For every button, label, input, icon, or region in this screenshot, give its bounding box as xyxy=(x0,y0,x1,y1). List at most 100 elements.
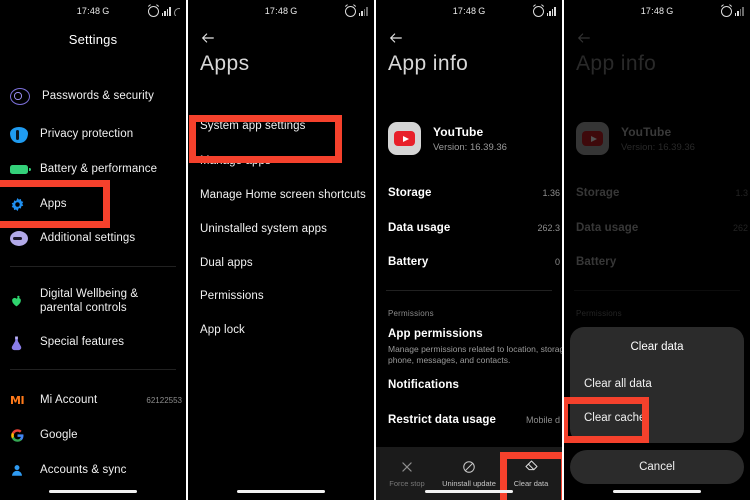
section-divider xyxy=(10,266,176,267)
status-network: G xyxy=(478,6,486,16)
heart-icon xyxy=(10,295,28,308)
clear-data-button[interactable]: Clear data xyxy=(500,459,562,488)
wifi-icon xyxy=(174,7,180,16)
sidebar-item-label: Mi Account xyxy=(40,394,98,406)
home-indicator xyxy=(613,490,701,493)
status-icons xyxy=(720,0,744,22)
sidebar-item-label: Accounts & sync xyxy=(40,463,127,476)
apps-item-dual-apps[interactable]: Dual apps xyxy=(200,257,253,269)
apps-item-uninstalled-system-apps[interactable]: Uninstalled system apps xyxy=(200,223,327,235)
sidebar-item-mi-account[interactable]: MI Mi Account 62122553 xyxy=(0,394,186,408)
uninstall-update-button[interactable]: Uninstall update xyxy=(438,459,500,488)
page-title: Settings xyxy=(68,32,118,47)
sheet-body: Clear data Clear all data Clear cache xyxy=(570,327,744,443)
status-bar-2: 17:48 G xyxy=(188,0,374,22)
more-options-icon xyxy=(10,231,28,246)
panel-app-info: 17:48 G App info YouTube Version: 16.39.… xyxy=(376,0,562,500)
block-circle-icon xyxy=(462,459,476,474)
sidebar-item-apps[interactable]: Apps xyxy=(0,197,186,212)
sidebar-item-battery-performance[interactable]: Battery & performance xyxy=(0,163,186,177)
back-arrow-icon[interactable] xyxy=(387,30,405,46)
sidebar-item-label: Privacy protection xyxy=(40,128,134,141)
section-caption-permissions: Permissions xyxy=(388,309,434,318)
sidebar-item-special-features[interactable]: Special features xyxy=(0,335,186,351)
app-header: YouTube Version: 16.39.36 xyxy=(388,122,507,155)
signal-bars-icon xyxy=(358,7,368,16)
sidebar-item-additional-settings[interactable]: Additional settings xyxy=(0,231,186,246)
sidebar-item-label: Digital Wellbeing & parental controls xyxy=(40,288,139,314)
clear-data-label: Clear data xyxy=(513,479,549,488)
status-icons xyxy=(147,0,180,22)
app-permissions-description: Manage permissions related to location, … xyxy=(388,344,562,365)
sidebar-item-label: Special features xyxy=(40,336,125,349)
page-title: Apps xyxy=(200,52,250,75)
google-logo-icon xyxy=(10,428,28,443)
data-usage-value: 262.3 xyxy=(537,223,560,233)
status-bar-1: 17:48 G xyxy=(0,0,186,22)
status-network: G xyxy=(102,6,110,16)
mi-account-id: 62122553 xyxy=(146,396,182,406)
battery-value: 0 xyxy=(554,257,560,267)
home-indicator xyxy=(49,490,137,493)
apps-item-system-app-settings[interactable]: System app settings xyxy=(200,120,305,132)
sidebar-item-digital-wellbeing[interactable]: Digital Wellbeing & parental controls xyxy=(0,288,186,315)
screenshot-stage: 17:48 G Settings Passwords & security Pr… xyxy=(0,0,750,500)
force-stop-label: Force stop xyxy=(389,479,425,488)
app-info-row-notifications[interactable]: Notifications xyxy=(388,379,459,391)
status-bar-4: 17:48 G xyxy=(564,0,750,22)
app-name: YouTube xyxy=(433,124,484,139)
app-info-row-battery[interactable]: Battery xyxy=(388,256,428,268)
person-icon xyxy=(10,463,28,478)
sidebar-item-label: Additional settings xyxy=(40,231,136,244)
battery-icon xyxy=(10,165,32,175)
force-stop-button[interactable]: Force stop xyxy=(376,459,438,488)
panel-apps: 17:48 G Apps System app settings Manage … xyxy=(188,0,374,500)
clear-cache-option[interactable]: Clear cache xyxy=(570,401,744,435)
sheet-title: Clear data xyxy=(630,341,684,353)
uninstall-update-label: Uninstall update xyxy=(442,479,496,488)
status-network: G xyxy=(666,6,674,16)
panel-clear-data-dialog: 17:48 G App info YouTube Version: 16.39.… xyxy=(564,0,750,500)
apps-item-manage-home-shortcuts[interactable]: Manage Home screen shortcuts xyxy=(200,189,366,201)
alarm-icon xyxy=(344,5,356,17)
clear-data-sheet: Clear data Clear all data Clear cache Ca… xyxy=(570,327,744,484)
status-network: G xyxy=(290,6,298,16)
app-info-row-data-usage[interactable]: Data usage xyxy=(388,222,450,234)
alarm-icon xyxy=(147,5,159,17)
section-divider xyxy=(386,290,552,291)
back-arrow-icon[interactable] xyxy=(199,30,217,46)
app-version: Version: 16.39.36 xyxy=(433,141,507,153)
gear-icon xyxy=(10,197,28,212)
status-time: 17:48 xyxy=(76,6,101,16)
restrict-data-usage-value: Mobile d xyxy=(525,415,560,425)
app-info-row-app-permissions[interactable]: App permissions xyxy=(388,328,483,340)
sidebar-item-label: Passwords & security xyxy=(42,89,154,102)
app-info-row-storage[interactable]: Storage xyxy=(388,187,432,199)
status-bar-3: 17:48 G xyxy=(376,0,562,22)
status-time: 17:48 xyxy=(452,6,477,16)
clear-all-data-option[interactable]: Clear all data xyxy=(570,367,744,401)
sidebar-item-google[interactable]: Google xyxy=(0,428,186,443)
signal-bars-icon xyxy=(546,7,556,16)
apps-item-permissions[interactable]: Permissions xyxy=(200,290,264,302)
sidebar-item-accounts-sync[interactable]: Accounts & sync xyxy=(0,463,186,478)
flask-icon xyxy=(10,335,28,351)
home-indicator xyxy=(237,490,325,493)
status-time: 17:48 xyxy=(640,6,665,16)
alarm-icon xyxy=(720,5,732,17)
panel-settings: 17:48 G Settings Passwords & security Pr… xyxy=(0,0,186,500)
settings-screen: Settings Passwords & security Privacy pr… xyxy=(0,22,186,500)
apps-item-manage-apps[interactable]: Manage apps xyxy=(200,155,271,167)
app-info-row-restrict-data-usage[interactable]: Restrict data usage xyxy=(388,414,496,426)
app-info-screen: App info YouTube Version: 16.39.36 Stora… xyxy=(376,22,562,500)
sidebar-item-privacy-protection[interactable]: Privacy protection xyxy=(0,127,186,143)
signal-bars-icon xyxy=(734,7,744,16)
youtube-icon xyxy=(388,122,421,155)
status-time: 17:48 xyxy=(264,6,289,16)
sidebar-item-passwords-security[interactable]: Passwords & security xyxy=(0,88,186,105)
apps-item-app-lock[interactable]: App lock xyxy=(200,324,245,336)
apps-screen: Apps System app settings Manage apps Man… xyxy=(188,22,374,500)
sidebar-item-label: Google xyxy=(40,428,78,441)
cancel-button[interactable]: Cancel xyxy=(570,450,744,484)
status-icons xyxy=(532,0,556,22)
